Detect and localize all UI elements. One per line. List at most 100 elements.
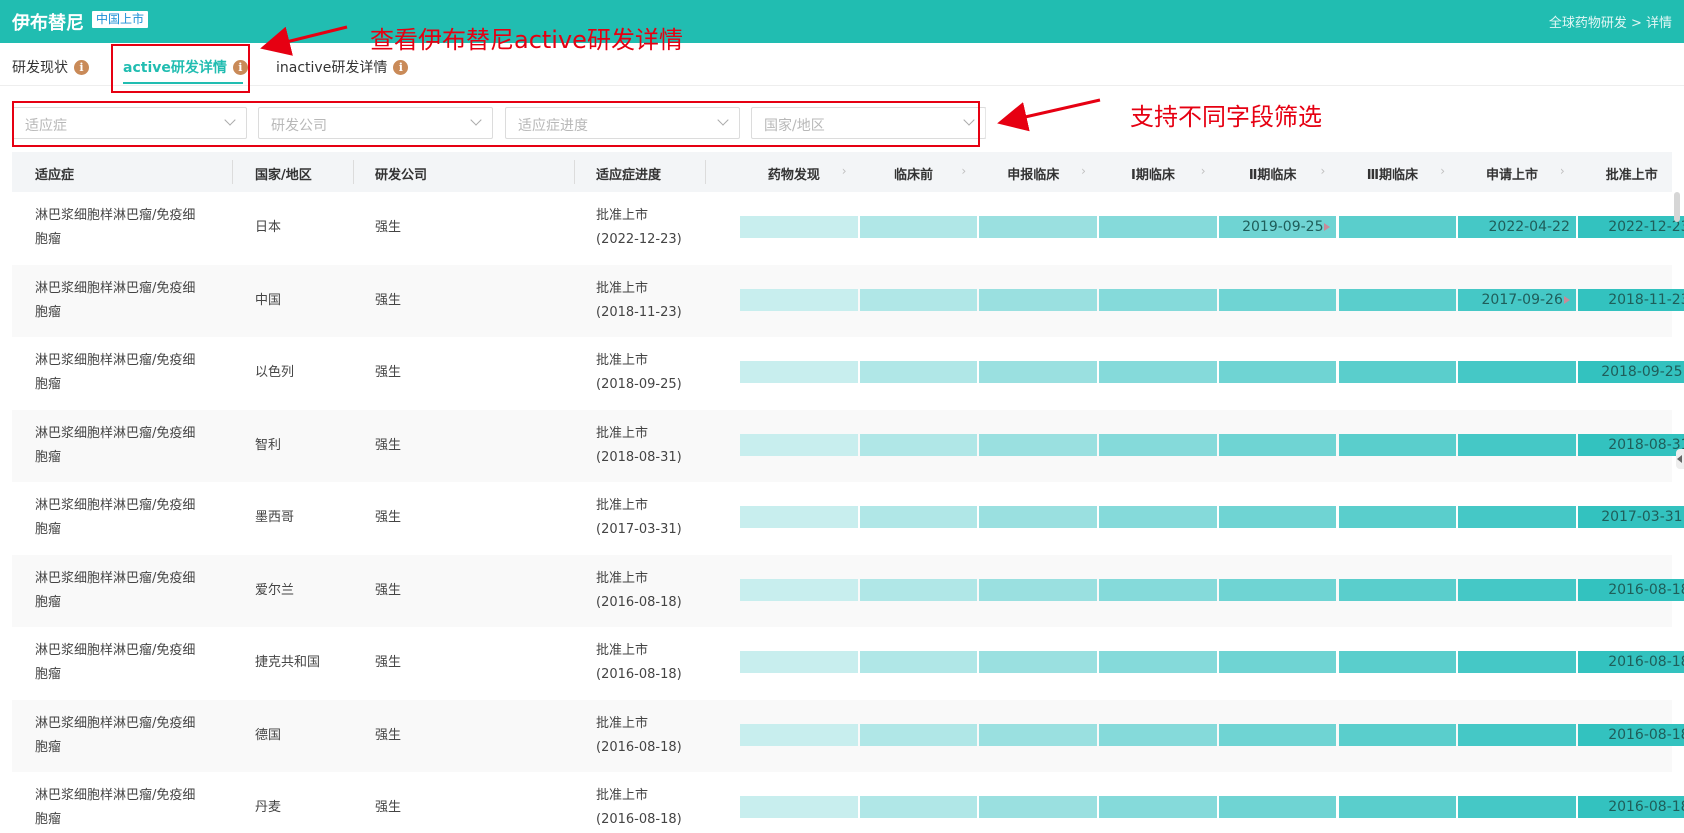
breadcrumb[interactable]: 全球药物研发 > 详情 xyxy=(1549,12,1672,31)
table-row[interactable]: 淋巴浆细胞样淋巴瘤/免疫细 胞瘤 丹麦 强生 批准上市 (2016-08-18) 2016-… xyxy=(12,772,1684,833)
indication-cell-line: 淋巴浆细胞样淋巴瘤/免疫细 xyxy=(35,208,196,223)
stage-bar-segment xyxy=(1218,723,1337,746)
indication-cell: 淋巴浆细胞样淋巴瘤/免疫细 胞瘤 xyxy=(35,784,225,832)
stage-date-label[interactable]: 2016-08-18 xyxy=(1578,724,1684,746)
progress-cell: 批准上市 (2016-08-18) xyxy=(596,639,682,687)
indication-cell-line: 胞瘤 xyxy=(35,812,62,827)
column-header-country[interactable]: 国家/地区 xyxy=(255,164,312,183)
progress-cell-line: 批准上市 xyxy=(596,425,649,441)
progress-cell: 批准上市 (2018-11-23) xyxy=(596,277,682,325)
stage-bar-segment xyxy=(740,288,858,311)
indication-cell: 淋巴浆细胞样淋巴瘤/免疫细 胞瘤 xyxy=(35,422,225,470)
column-header-indication[interactable]: 适应症 xyxy=(35,164,74,183)
stage-bar-segment xyxy=(740,216,858,238)
progress-cell: 批准上市 (2016-08-18) xyxy=(596,784,682,832)
tab-status[interactable]: 研发现状 i xyxy=(12,57,89,77)
annotation-arrow-filters xyxy=(997,98,1101,132)
table-row[interactable]: 淋巴浆细胞样淋巴瘤/免疫细 胞瘤 捷克共和国 强生 批准上市 (2016-08-18) 20… xyxy=(12,627,1684,699)
stage-bar-segment xyxy=(1458,361,1576,383)
stage-bar-segment xyxy=(1099,361,1217,383)
chevron-right-icon: › xyxy=(1320,164,1326,178)
stage-bar-segment xyxy=(859,506,978,528)
country-cell: 捷克共和国 xyxy=(255,655,321,670)
table-row[interactable]: 淋巴浆细胞样淋巴瘤/免疫细 胞瘤 智利 强生 批准上市 (2018-08-31) 2018-… xyxy=(12,409,1684,482)
progress-cell-line: (2016-08-18) xyxy=(596,812,682,827)
table-row[interactable]: 淋巴浆细胞样淋巴瘤/免疫细 胞瘤 墨西哥 强生 批准上市 (2017-03-31) 2017… xyxy=(12,482,1684,554)
stage-bar-segment xyxy=(740,723,858,746)
table-row[interactable]: 淋巴浆细胞样淋巴瘤/免疫细 胞瘤 德国 强生 批准上市 (2016-08-18) 2016-… xyxy=(12,699,1684,772)
indication-cell: 淋巴浆细胞样淋巴瘤/免疫细 胞瘤 xyxy=(35,349,225,397)
country-cell: 以色列 xyxy=(255,365,295,380)
stage-bar-segment xyxy=(1099,578,1217,601)
stage-bar-segment xyxy=(1338,723,1457,746)
stage-bar-segment xyxy=(1338,361,1457,383)
status-badge: 中国上市 xyxy=(92,11,149,28)
stage-bar-segment xyxy=(859,578,978,601)
progress-cell-line: 批准上市 xyxy=(596,498,649,513)
column-header-company[interactable]: 研发公司 xyxy=(375,164,427,183)
table-row[interactable]: 淋巴浆细胞样淋巴瘤/免疫细 胞瘤 以色列 强生 批准上市 (2018-09-25) 2018… xyxy=(12,337,1684,409)
progress-cell-line: 批准上市 xyxy=(596,788,649,803)
stage-bar-segment xyxy=(1338,796,1457,818)
stage-bar-segment xyxy=(1338,578,1457,601)
progress-cell-line: 批准上市 xyxy=(596,280,649,296)
indication-cell-line: 胞瘤 xyxy=(35,232,62,247)
indication-cell: 淋巴浆细胞样淋巴瘤/免疫细 胞瘤 xyxy=(35,712,225,760)
column-header-progress[interactable]: 适应症进度 xyxy=(596,164,661,183)
indication-cell-line: 淋巴浆细胞样淋巴瘤/免疫细 xyxy=(35,788,196,803)
stage-bar-segment xyxy=(1218,796,1337,818)
stage-header: Ⅲ期临床 xyxy=(1366,168,1418,183)
info-icon[interactable]: i xyxy=(393,59,409,75)
scrollbar-thumb[interactable] xyxy=(1674,192,1680,222)
stage-header: 药物发现 xyxy=(767,168,820,183)
stage-bar-segment xyxy=(1458,578,1576,601)
stage-bar-segment xyxy=(1338,433,1457,456)
progress-cell: 批准上市 (2016-08-18) xyxy=(596,712,682,760)
collapse-arrow-icon[interactable] xyxy=(1676,449,1684,469)
column-divider xyxy=(574,160,575,184)
indication-cell-line: 胞瘤 xyxy=(35,522,62,537)
stage-date-label[interactable]: 2016-08-18 xyxy=(1578,651,1684,673)
stage-date-label[interactable]: 2017-09-26 xyxy=(1458,289,1576,311)
chevron-right-icon: › xyxy=(1081,164,1086,178)
tab-bar: 研发现状 i active研发详情 i inactive研发详情 i xyxy=(0,43,1684,86)
indication-cell-line: 胞瘤 xyxy=(35,594,62,610)
table-row[interactable]: 淋巴浆细胞样淋巴瘤/免疫细 胞瘤 中国 强生 批准上市 (2018-11-23) 2017-… xyxy=(12,264,1684,337)
indication-cell-line: 淋巴浆细胞样淋巴瘤/免疫细 xyxy=(35,280,196,296)
stage-bar-segment xyxy=(1218,288,1337,311)
stage-date-label[interactable]: 2016-08-18 xyxy=(1578,796,1684,818)
info-icon[interactable]: i xyxy=(74,59,89,75)
stage-bar-segment xyxy=(859,216,978,238)
stage-date-label[interactable]: 2019-09-25 xyxy=(1219,216,1337,238)
company-cell: 强生 xyxy=(375,582,402,598)
annotation-box-filters xyxy=(12,101,980,147)
marker-triangle-icon xyxy=(1324,223,1331,231)
stage-bar-segment xyxy=(979,433,1098,456)
stage-bar-segment xyxy=(1218,361,1337,383)
indication-cell: 淋巴浆细胞样淋巴瘤/免疫细 胞瘤 xyxy=(35,494,225,542)
stage-date-label[interactable]: 2022-04-22 xyxy=(1458,216,1576,238)
stage-bar-segment xyxy=(1099,651,1217,673)
progress-cell: 批准上市 (2017-03-31) xyxy=(596,494,682,542)
table-row[interactable]: 淋巴浆细胞样淋巴瘤/免疫细 胞瘤 日本 强生 批准上市 (2022-12-23) 2019-… xyxy=(12,192,1684,264)
stage-date-label[interactable]: 2018-11-23 xyxy=(1578,289,1684,311)
stage-date-text: 2018-11-23 xyxy=(1608,291,1684,308)
stage-bar-segment xyxy=(1458,796,1576,818)
stage-date-text: 2018-09-25 xyxy=(1601,364,1683,380)
company-cell: 强生 xyxy=(375,220,402,235)
stage-date-label[interactable]: 2017-03-31 xyxy=(1578,506,1684,528)
annotation-box-tab xyxy=(111,44,250,93)
country-cell: 中国 xyxy=(255,292,282,308)
table-row[interactable]: 淋巴浆细胞样淋巴瘤/免疫细 胞瘤 爱尔兰 强生 批准上市 (2016-08-18) 2016… xyxy=(12,554,1684,627)
stage-date-label[interactable]: 2018-08-31 xyxy=(1578,434,1684,456)
tab-inactive-detail[interactable]: inactive研发详情 i xyxy=(276,57,409,77)
stage-bar-segment xyxy=(1338,288,1457,311)
stage-bar-segment xyxy=(859,433,978,456)
progress-cell-line: 批准上市 xyxy=(596,570,649,586)
filter-divider xyxy=(985,107,986,139)
stage-header: 批准上市 xyxy=(1605,168,1658,183)
stage-date-label[interactable]: 2016-08-18 xyxy=(1578,579,1684,601)
column-divider xyxy=(353,160,354,184)
stage-date-label[interactable]: 2022-12-23 xyxy=(1578,216,1684,238)
stage-date-label[interactable]: 2018-09-25 xyxy=(1578,361,1684,383)
